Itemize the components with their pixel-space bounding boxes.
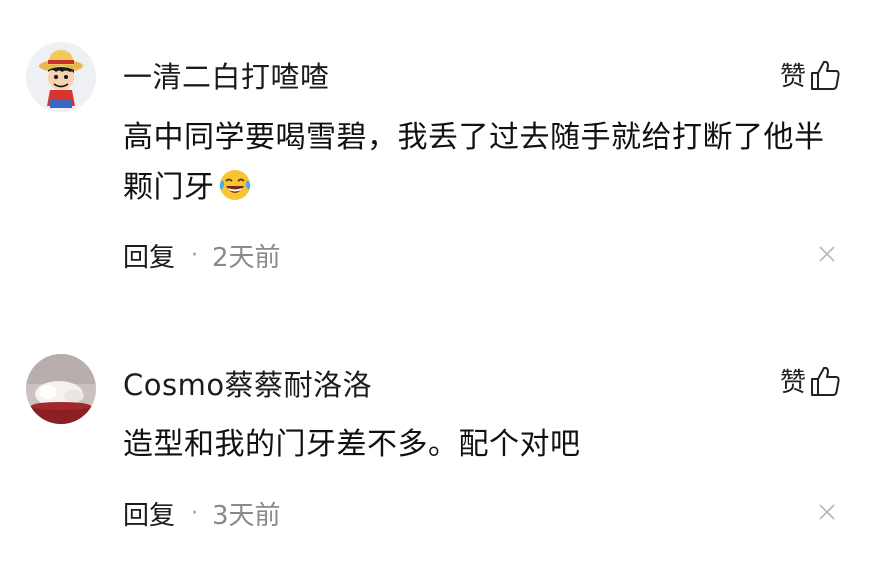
username[interactable]: 一清二白打喳喳 xyxy=(123,54,330,96)
like-label: 赞 xyxy=(779,368,806,398)
timestamp: 2天前 xyxy=(212,243,281,273)
avatar[interactable] xyxy=(26,354,96,424)
reply-button[interactable]: 回复 xyxy=(123,495,175,532)
separator-dot: · xyxy=(191,243,199,268)
comment-meta: 回复 · 3天前 xyxy=(123,495,281,532)
comment-text: 造型和我的门牙差不多。配个对吧 xyxy=(123,420,853,470)
cartoon-avatar-icon xyxy=(26,42,96,112)
comment-text: 高中同学要喝雪碧，我丢了过去随手就给打断了他半颗门牙 xyxy=(123,113,853,219)
comment-text-content: 造型和我的门牙差不多。配个对吧 xyxy=(123,427,581,462)
thumbs-up-icon xyxy=(808,58,842,92)
reply-button[interactable]: 回复 xyxy=(123,237,175,274)
like-label: 赞 xyxy=(779,62,806,92)
timestamp: 3天前 xyxy=(212,501,281,531)
close-icon[interactable] xyxy=(818,245,836,263)
comment-meta: 回复 · 2天前 xyxy=(123,237,281,274)
laughing-crying-emoji-icon xyxy=(217,167,253,219)
thumbs-up-icon xyxy=(808,364,842,398)
comment-list: 一清二白打喳喳 赞 高中同学要喝雪碧，我丢了过去随手就给打断了他半颗门牙 回复 … xyxy=(0,0,894,566)
separator-dot: · xyxy=(191,501,199,526)
username[interactable]: Cosmo蔡蔡耐洛洛 xyxy=(123,362,372,404)
photo-avatar-icon xyxy=(26,354,96,424)
like-button[interactable]: 赞 xyxy=(780,362,842,399)
avatar[interactable] xyxy=(26,42,96,112)
close-icon[interactable] xyxy=(818,503,836,521)
like-button[interactable]: 赞 xyxy=(780,56,842,93)
